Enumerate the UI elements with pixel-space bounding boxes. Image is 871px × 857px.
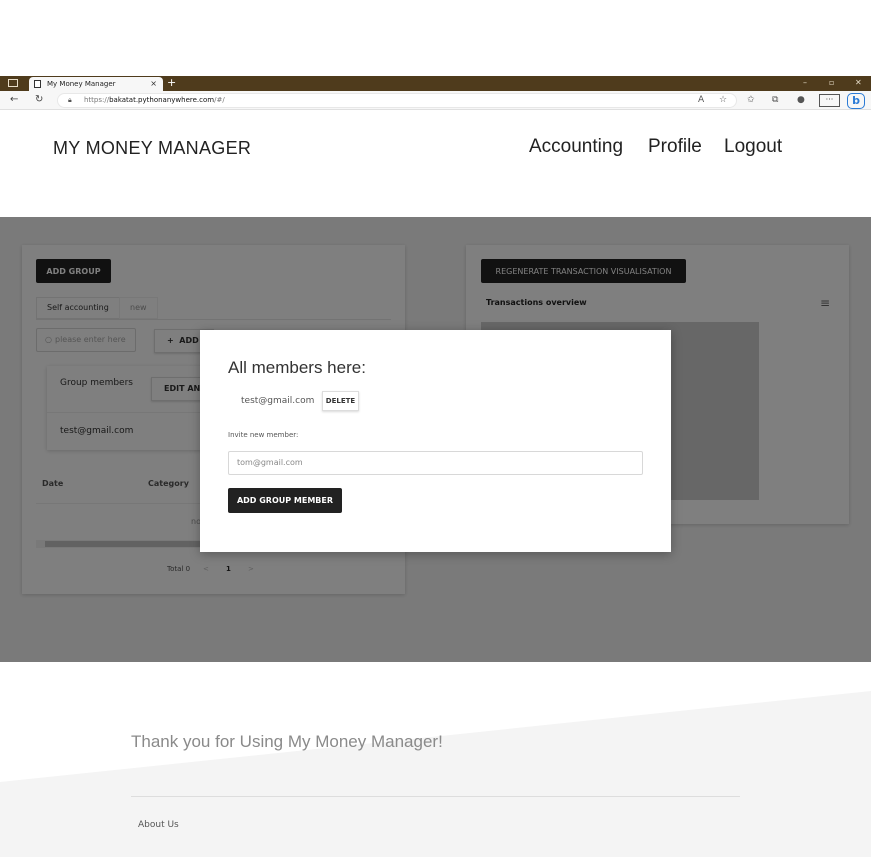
bing-icon[interactable]: b	[847, 93, 865, 109]
nav-profile[interactable]: Profile	[648, 136, 702, 158]
add-group-member-button[interactable]: ADD GROUP MEMBER	[228, 488, 342, 513]
tab-close-icon[interactable]: ×	[150, 77, 157, 91]
new-tab-button[interactable]: +	[167, 76, 176, 90]
settings-menu-button[interactable]: ···	[819, 94, 840, 107]
site-brand[interactable]: MY MONEY MANAGER	[53, 138, 251, 159]
url-host: bakatat.pythonanywhere.com	[109, 96, 215, 104]
about-us-link[interactable]: About Us	[138, 820, 179, 830]
footer-background	[0, 691, 871, 857]
browser-tab[interactable]: My Money Manager ×	[29, 77, 163, 91]
url-field[interactable]: 🔒︎ https://bakatat.pythonanywhere.com/#/	[57, 93, 737, 108]
page-icon	[34, 80, 41, 88]
restore-icon[interactable]: ▫	[829, 77, 834, 89]
read-aloud-icon[interactable]: A	[698, 94, 704, 106]
tab-title: My Money Manager	[47, 80, 116, 88]
url-prefix: https://	[84, 96, 110, 104]
invite-email-input[interactable]: tom@gmail.com	[228, 451, 643, 475]
window-menu-icon[interactable]	[8, 79, 18, 87]
favorites-icon[interactable]: ✩	[747, 94, 755, 106]
favorite-add-icon[interactable]: ☆	[719, 94, 727, 106]
nav-logout[interactable]: Logout	[724, 136, 782, 158]
invite-label: Invite new member:	[228, 431, 299, 439]
collections-icon[interactable]: ⧉	[772, 94, 778, 106]
footer-thanks: Thank you for Using My Money Manager!	[131, 732, 443, 751]
profile-icon[interactable]: ●	[797, 94, 805, 106]
url-path: /#/	[214, 96, 225, 104]
modal-title: All members here:	[228, 358, 366, 377]
footer-divider	[131, 796, 740, 797]
modal-member-email: test@gmail.com	[241, 396, 315, 406]
back-icon[interactable]: ←	[10, 93, 18, 107]
refresh-icon[interactable]: ↻	[35, 93, 43, 107]
lock-icon: 🔒︎	[68, 96, 72, 104]
delete-member-button[interactable]: DELETE	[322, 391, 359, 411]
minimize-icon[interactable]: –	[803, 77, 807, 89]
close-window-icon[interactable]: ✕	[855, 77, 862, 89]
nav-accounting[interactable]: Accounting	[529, 136, 623, 158]
